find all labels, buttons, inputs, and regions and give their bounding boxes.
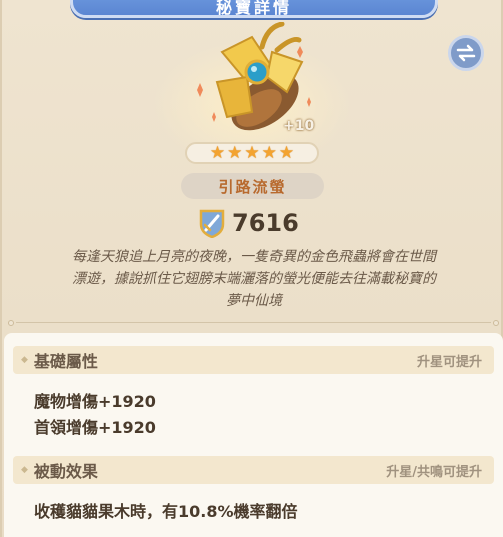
enhance-level: +10 <box>283 118 315 134</box>
attribute-line: 首領增傷+1920 <box>34 418 156 437</box>
attribute-line: 魔物增傷+1920 <box>34 392 156 411</box>
section-hint: 升星/共鳴可提升 <box>386 464 482 480</box>
title-bar: 秘寶詳情 <box>70 0 438 18</box>
item-name-badge: 引路流螢 <box>181 173 324 199</box>
star-icon: ★ <box>244 142 260 163</box>
section-hint: 升星可提升 <box>416 354 482 370</box>
star-icon: ★ <box>278 142 295 163</box>
star-icon: ★ <box>227 142 243 163</box>
star-rating: ★ ★ ★ ★ ★ <box>185 142 319 164</box>
power-value: 7616 <box>232 209 299 237</box>
shield-sword-icon <box>199 209 225 238</box>
item-name: 引路流螢 <box>218 177 287 196</box>
swap-button[interactable] <box>448 35 484 71</box>
base-attributes-header: ◆ 基礎屬性 升星可提升 <box>13 346 494 374</box>
section-title: 基礎屬性 <box>33 352 98 371</box>
attributes-panel: ◆ 基礎屬性 升星可提升 魔物增傷+1920 首領增傷+1920 ◆ 被動效果 … <box>4 333 503 537</box>
swap-arrows-icon <box>456 44 476 62</box>
power-display: 7616 <box>198 207 299 239</box>
description-line: 每逢天狼追上月亮的夜晚，一隻奇異的金色飛蟲將會在世間 <box>72 249 436 265</box>
item-description: 每逢天狼追上月亮的夜晚，一隻奇異的金色飛蟲將會在世間 漂遊，據說抓住它翅膀末端灑… <box>24 246 484 312</box>
passive-effect-line: 收穫貓貓果木時，有10.8%機率翻倍 <box>34 502 298 521</box>
treasure-detail-panel: 秘寶詳情 +10 ★ ★ ★ ★ ★ 引路流螢 7616 每逢天狼追上月亮的夜晚… <box>0 0 503 537</box>
description-line: 漂遊，據說抓住它翅膀末端灑落的螢光便能去往滿載秘寶的 <box>72 271 436 287</box>
section-title: 被動效果 <box>33 462 98 481</box>
diamond-bullet-icon: ◆ <box>21 355 28 365</box>
divider <box>8 320 499 326</box>
star-icon: ★ <box>261 142 277 163</box>
description-line: 夢中仙境 <box>226 293 282 309</box>
diamond-bullet-icon: ◆ <box>21 465 28 475</box>
star-icon: ★ <box>209 142 226 163</box>
page-title: 秘寶詳情 <box>215 0 292 17</box>
passive-effect-header: ◆ 被動效果 升星/共鳴可提升 <box>13 456 494 484</box>
